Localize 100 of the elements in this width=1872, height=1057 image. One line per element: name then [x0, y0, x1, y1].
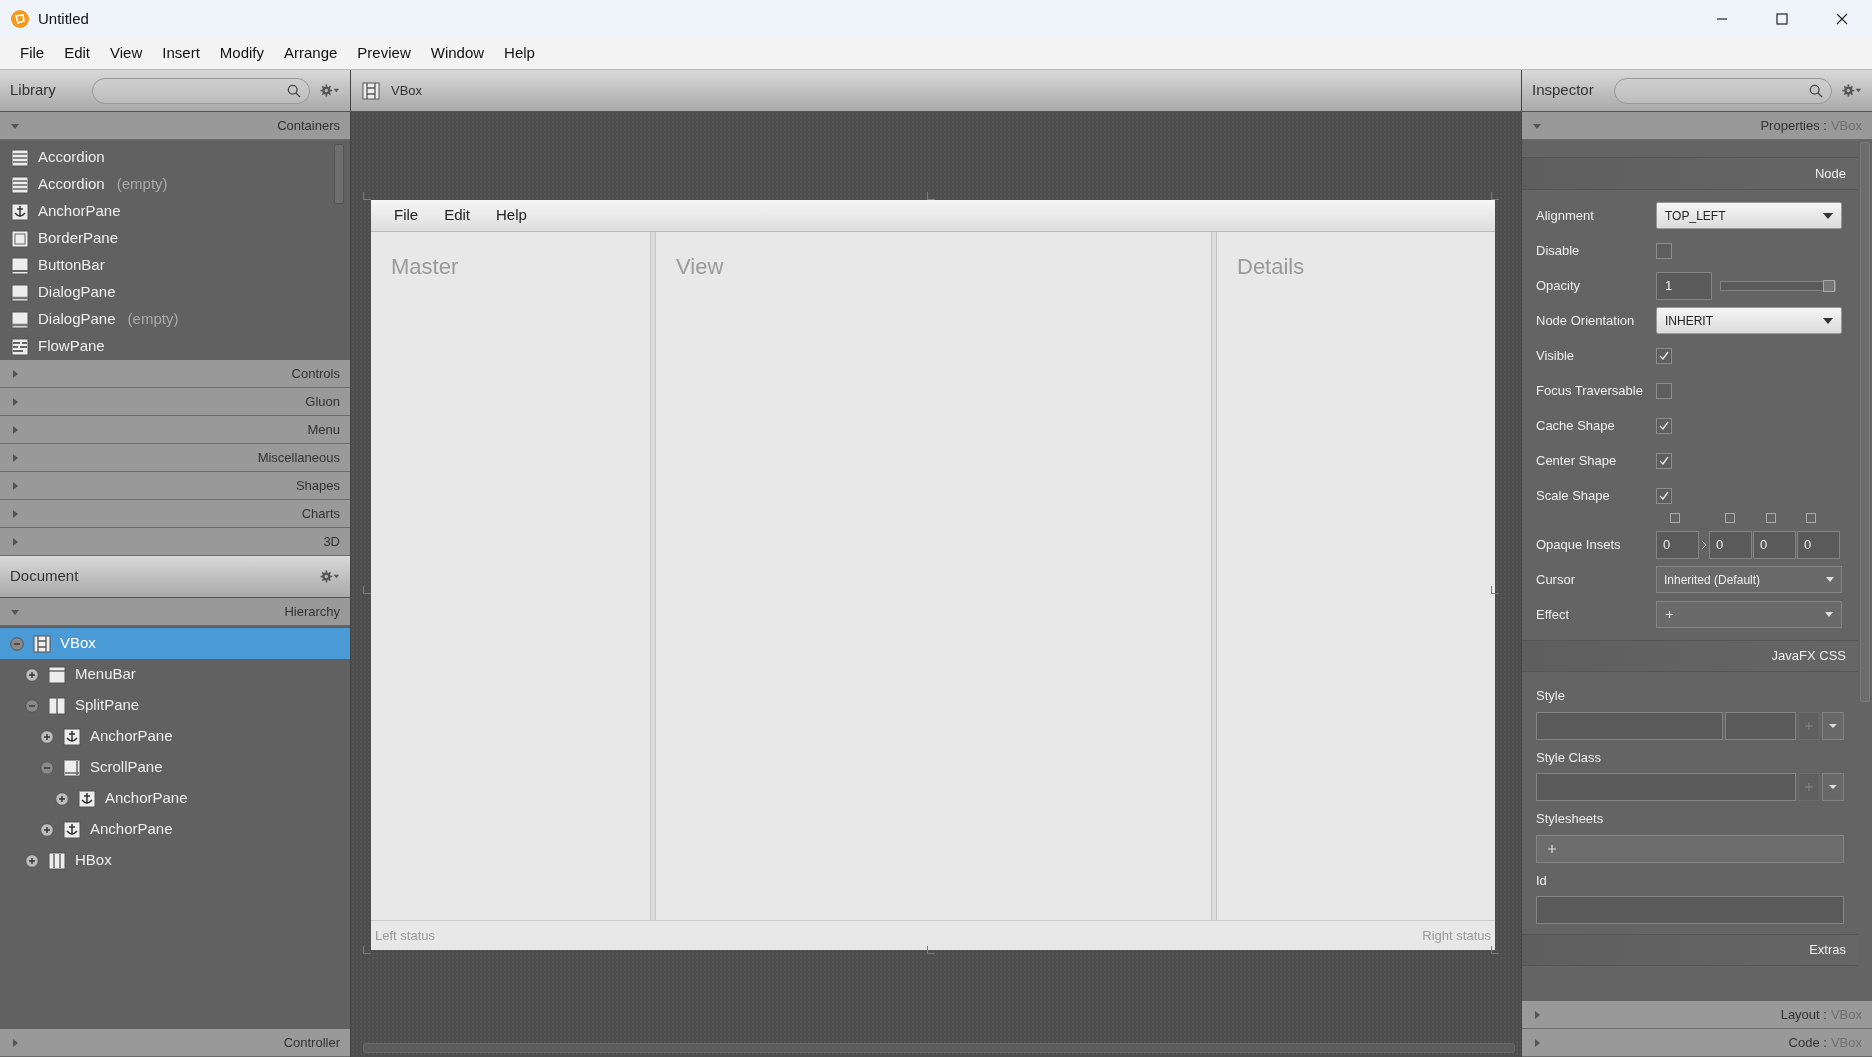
- search-field[interactable]: [92, 77, 310, 104]
- dropdown[interactable]: TOP_LEFT: [1656, 202, 1842, 229]
- library-item[interactable]: DialogPane (empty): [0, 306, 350, 333]
- menu-item[interactable]: Edit: [54, 39, 101, 68]
- dropdown-button[interactable]: [1822, 773, 1844, 801]
- link-toggle[interactable]: [1766, 513, 1776, 523]
- text-field[interactable]: [1536, 711, 1723, 740]
- menu-item[interactable]: Edit: [431, 204, 484, 227]
- tree-item[interactable]: SplitPane: [0, 690, 350, 721]
- checkbox[interactable]: [1656, 487, 1672, 504]
- resize-handle[interactable]: [927, 192, 935, 200]
- expand-arrow-icon[interactable]: [10, 368, 20, 379]
- stylesheet-list[interactable]: [1536, 834, 1844, 863]
- group-header[interactable]: Extras: [1522, 934, 1858, 966]
- resize-handle[interactable]: [1491, 192, 1499, 200]
- tree-item[interactable]: ScrollPane: [0, 752, 350, 783]
- expand-arrow-icon[interactable]: [10, 508, 20, 519]
- dropdown[interactable]: Inherited (Default): [1656, 566, 1842, 593]
- dropdown-button[interactable]: [1822, 711, 1844, 740]
- library-item[interactable]: DialogPane: [0, 279, 350, 306]
- link-toggle[interactable]: [1806, 513, 1816, 523]
- dropdown[interactable]: [1656, 601, 1842, 628]
- menu-item[interactable]: Insert: [152, 39, 210, 68]
- tree-item[interactable]: AnchorPane: [0, 721, 350, 752]
- menu-item[interactable]: File: [381, 204, 432, 227]
- menu-item[interactable]: Help: [483, 204, 540, 227]
- accordion-header[interactable]: Charts: [0, 500, 350, 528]
- collapse-icon[interactable]: [25, 698, 39, 713]
- search-field[interactable]: [1614, 77, 1832, 104]
- scrollbar-thumb[interactable]: [334, 144, 344, 204]
- library-item[interactable]: BorderPane: [0, 225, 350, 252]
- resize-handle[interactable]: [363, 192, 371, 200]
- link-toggle[interactable]: [1725, 513, 1735, 523]
- menu-item[interactable]: Help: [494, 39, 545, 68]
- slider-track[interactable]: [1720, 280, 1836, 291]
- expand-arrow-icon[interactable]: [1532, 1037, 1542, 1048]
- tree-item[interactable]: AnchorPane: [0, 814, 350, 845]
- menu-item[interactable]: View: [100, 39, 153, 68]
- library-item[interactable]: Accordion (empty): [0, 171, 350, 198]
- expand-icon[interactable]: [25, 667, 39, 682]
- tree-item[interactable]: MenuBar: [0, 659, 350, 690]
- menu-item[interactable]: Preview: [347, 39, 421, 68]
- resize-handle[interactable]: [1491, 946, 1499, 954]
- number-field[interactable]: 0: [1797, 530, 1840, 559]
- slider-thumb[interactable]: [1823, 279, 1835, 292]
- accordion-header[interactable]: Menu: [0, 416, 350, 444]
- library-item[interactable]: AnchorPane: [0, 198, 350, 225]
- number-field[interactable]: 0: [1656, 530, 1699, 559]
- expand-icon[interactable]: [25, 853, 39, 868]
- expand-arrow-icon[interactable]: [10, 536, 20, 547]
- accordion-header[interactable]: Controller: [0, 1029, 350, 1057]
- accordion-header[interactable]: Hierarchy: [0, 598, 350, 626]
- accordion-header[interactable]: Containers: [0, 112, 350, 140]
- library-item[interactable]: ButtonBar: [0, 252, 350, 279]
- checkbox[interactable]: [1656, 382, 1672, 399]
- number-field[interactable]: 1: [1656, 271, 1712, 300]
- accordion-header[interactable]: 3D: [0, 528, 350, 556]
- expand-arrow-icon[interactable]: [10, 424, 20, 435]
- add-button[interactable]: [1798, 773, 1821, 801]
- expand-icon[interactable]: [55, 791, 69, 806]
- accordion-header[interactable]: Shapes: [0, 472, 350, 500]
- checkbox[interactable]: [1656, 452, 1672, 469]
- menu-item[interactable]: Window: [420, 39, 495, 68]
- collapse-icon[interactable]: [40, 760, 54, 775]
- expand-arrow-icon[interactable]: [10, 452, 20, 463]
- text-field[interactable]: [1724, 711, 1797, 740]
- accordion-header[interactable]: Gluon: [0, 388, 350, 416]
- accordion-header[interactable]: Miscellaneous: [0, 444, 350, 472]
- collapse-icon[interactable]: [10, 636, 24, 651]
- expand-icon[interactable]: [40, 822, 54, 837]
- breadcrumb-item[interactable]: VBox: [391, 80, 423, 101]
- expand-arrow-icon[interactable]: [10, 1037, 20, 1048]
- checkbox[interactable]: [1656, 242, 1672, 259]
- settings-icon[interactable]: [320, 84, 340, 97]
- expand-arrow-icon[interactable]: [1532, 1009, 1542, 1020]
- horizontal-scrollbar[interactable]: [363, 1043, 1515, 1053]
- settings-icon[interactable]: [320, 570, 340, 583]
- library-item[interactable]: FlowPane: [0, 333, 350, 360]
- expand-arrow-icon[interactable]: [10, 396, 20, 407]
- settings-icon[interactable]: [1842, 84, 1862, 97]
- number-field[interactable]: 0: [1709, 530, 1752, 559]
- group-header[interactable]: Node: [1522, 158, 1858, 190]
- resize-handle[interactable]: [363, 946, 371, 954]
- menu-item[interactable]: File: [10, 39, 55, 68]
- text-field[interactable]: [1536, 773, 1797, 801]
- tree-item[interactable]: AnchorPane: [0, 783, 350, 814]
- menu-item[interactable]: Arrange: [274, 39, 348, 68]
- tree-item[interactable]: VBox: [0, 628, 350, 659]
- resize-handle[interactable]: [927, 946, 935, 954]
- dropdown[interactable]: INHERIT: [1656, 307, 1842, 334]
- checkbox[interactable]: [1656, 347, 1672, 364]
- checkbox[interactable]: [1656, 417, 1672, 434]
- resize-handle[interactable]: [363, 586, 371, 594]
- group-header[interactable]: JavaFX CSS: [1522, 640, 1858, 672]
- text-field[interactable]: [1536, 896, 1844, 924]
- menu-item[interactable]: Modify: [209, 39, 274, 68]
- expand-arrow-icon[interactable]: [10, 480, 20, 491]
- library-item[interactable]: Accordion: [0, 144, 350, 171]
- resize-handle[interactable]: [1491, 586, 1499, 594]
- number-field[interactable]: 0: [1753, 530, 1796, 559]
